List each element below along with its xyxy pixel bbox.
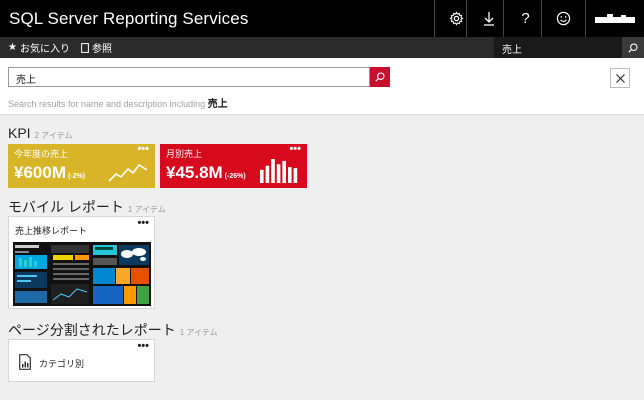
download-icon <box>483 12 494 26</box>
kpi-value: ¥600M <box>14 163 66 182</box>
header-search-button[interactable] <box>622 37 644 58</box>
more-options-icon[interactable]: ••• <box>289 143 301 155</box>
mobile-report-thumbnail <box>13 242 151 306</box>
kpi-name: 月別売上 <box>166 149 203 159</box>
favorites-link[interactable]: ★ お気に入り <box>8 40 70 55</box>
kpi-title: KPI <box>8 125 31 141</box>
kpi-value-block: ¥600M (-2%) <box>14 163 85 183</box>
kpi-tile-monthly-sales[interactable]: 月別売上 ••• ¥45.8M (-26%) <box>160 143 307 188</box>
search-submit-button[interactable] <box>370 67 390 87</box>
kpi-trend-line-chart <box>108 163 148 182</box>
star-icon: ★ <box>8 42 17 53</box>
kpi-section-title: KPI 2 アイテム <box>8 125 72 141</box>
paginated-count: 1 アイテム <box>179 328 218 337</box>
mobile-section-title: モバイル レポート 1 アイテム <box>8 197 166 217</box>
paginated-report-card[interactable]: ••• カテゴリ別 <box>8 339 155 382</box>
kpi-bar <box>260 169 264 183</box>
search-note-prefix: Search results for name and description … <box>8 99 206 109</box>
feedback-button[interactable] <box>541 0 585 37</box>
gear-icon <box>449 11 464 26</box>
search-note-term: 売上 <box>207 99 228 110</box>
kpi-tile-annual-sales[interactable]: 今年度の売上 ••• ¥600M (-2%) <box>8 143 155 188</box>
user-avatar <box>595 13 635 23</box>
kpi-bar <box>265 165 270 183</box>
kpi-bar <box>288 167 292 183</box>
mobile-report-card[interactable]: 売上推移レポート ••• <box>8 216 155 309</box>
app-title[interactable]: SQL Server Reporting Services <box>9 9 248 29</box>
kpi-count: 2 アイテム <box>34 131 73 140</box>
search-icon <box>375 72 385 82</box>
search-panel: 売上 Search results for name and descripti… <box>0 58 644 115</box>
kpi-bar <box>293 168 298 183</box>
close-search-button[interactable] <box>610 68 630 88</box>
mobile-title: モバイル レポート <box>8 199 124 215</box>
search-input[interactable]: 売上 <box>8 67 370 87</box>
close-icon <box>615 73 625 83</box>
search-results-note: Search results for name and description … <box>8 95 228 110</box>
more-options-icon[interactable]: ••• <box>137 143 149 155</box>
top-header: SQL Server Reporting Services ? <box>0 0 644 37</box>
favorites-label: お気に入り <box>19 44 70 55</box>
mobile-report-name: 売上推移レポート <box>15 226 88 236</box>
report-document-icon <box>19 354 31 370</box>
sub-navigation-bar: ★ お気に入り 参照 売上 <box>0 37 644 58</box>
kpi-value-block: ¥45.8M (-26%) <box>166 163 246 183</box>
smiley-icon <box>556 11 571 26</box>
paginated-section-title: ページ分割されたレポート 1 アイテム <box>8 320 218 340</box>
browse-label: 参照 <box>92 44 112 55</box>
header-search-input[interactable]: 売上 <box>494 37 622 58</box>
kpi-change: (-26%) <box>224 173 246 180</box>
user-menu[interactable] <box>585 0 644 37</box>
more-options-icon[interactable]: ••• <box>137 340 149 352</box>
help-icon: ? <box>521 10 530 27</box>
mobile-count: 1 アイテム <box>127 205 166 214</box>
more-options-icon[interactable]: ••• <box>137 217 149 229</box>
search-icon <box>628 42 638 53</box>
kpi-bar <box>276 164 281 183</box>
browse-link[interactable]: 参照 <box>81 40 112 55</box>
kpi-value: ¥45.8M <box>166 163 223 182</box>
kpi-bar <box>271 159 275 183</box>
paginated-title: ページ分割されたレポート <box>8 322 176 338</box>
results-content: KPI 2 アイテム 今年度の売上 ••• ¥600M (-2%) 月別売上 •••… <box>0 115 644 400</box>
kpi-name: 今年度の売上 <box>14 149 69 159</box>
kpi-bar <box>282 160 286 183</box>
paginated-report-name: カテゴリ別 <box>39 359 85 369</box>
document-icon <box>81 42 89 53</box>
kpi-bar-chart <box>260 159 298 183</box>
kpi-change: (-2%) <box>67 173 86 180</box>
